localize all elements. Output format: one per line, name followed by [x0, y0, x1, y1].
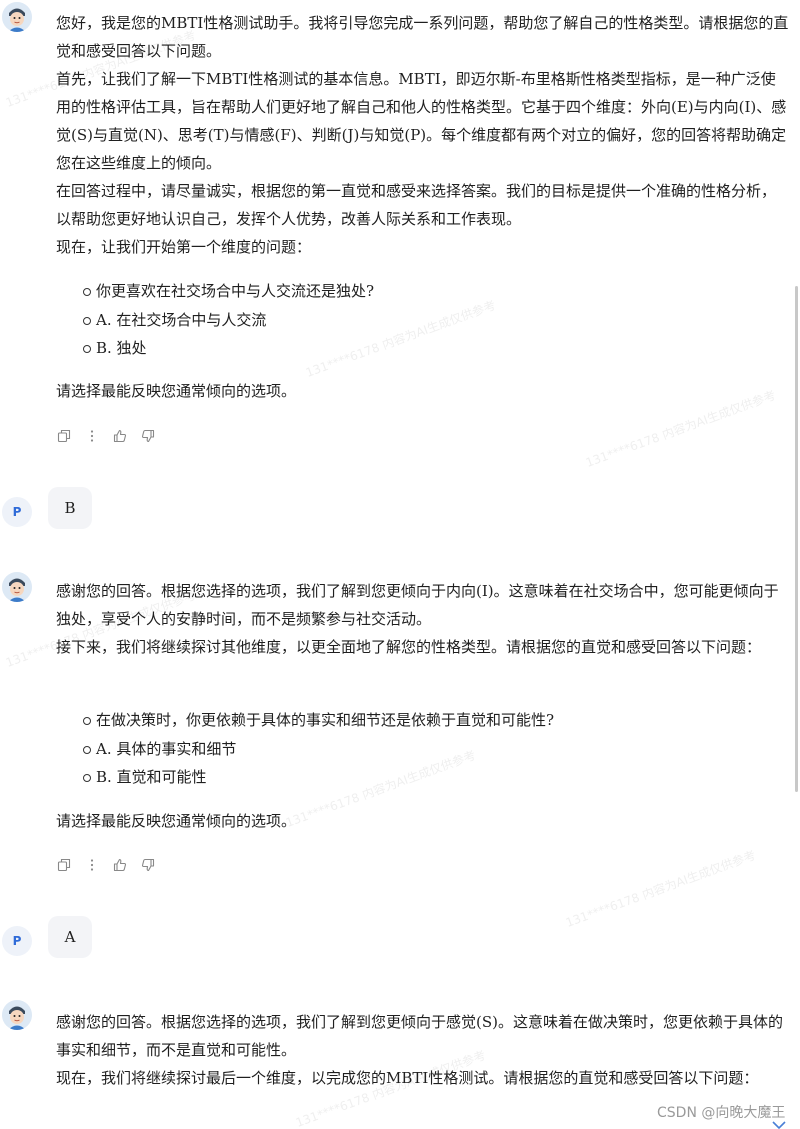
assistant-avatar — [2, 1000, 32, 1030]
thumbs-up-icon — [113, 429, 127, 443]
message-paragraph: 感谢您的回答。根据您选择的选项，我们了解到您更倾向于内向(I)。这意味着在社交场… — [56, 582, 779, 628]
bot-message-text: 您好，我是您的MBTI性格测试助手。我将引导您完成一系列问题，帮助您了解自己的性… — [56, 9, 790, 261]
message-closing: 请选择最能反映您通常倾向的选项。 — [56, 382, 297, 400]
user-message-bubble: A — [48, 916, 92, 958]
copy-button[interactable] — [50, 426, 78, 446]
thumbs-down-icon — [141, 429, 155, 443]
list-item: B. 直觉和可能性 — [56, 763, 756, 792]
message-actions — [50, 855, 162, 875]
thumbs-up-icon — [113, 858, 127, 872]
like-button[interactable] — [106, 426, 134, 446]
copy-icon — [57, 858, 71, 872]
message-paragraph: 首先，让我们了解一下MBTI性格测试的基本信息。MBTI，即迈尔斯-布里格斯性格… — [56, 70, 787, 172]
question-options-list: 在做决策时，你更依赖于具体的事实和细节还是依赖于直觉和可能性? A. 具体的事实… — [56, 706, 756, 792]
scroll-down-button[interactable] — [772, 1115, 786, 1129]
message-paragraph: 接下来，我们将继续探讨其他维度，以更全面地了解您的性格类型。请根据您的直觉和感受… — [56, 638, 762, 656]
message-paragraph: 现在，我们将继续探讨最后一个维度，以完成您的MBTI性格测试。请根据您的直觉和感… — [56, 1069, 759, 1087]
scrollbar-thumb[interactable] — [795, 286, 798, 792]
message-actions — [50, 426, 162, 446]
assistant-avatar-icon — [2, 572, 32, 602]
message-paragraph: 您好，我是您的MBTI性格测试助手。我将引导您完成一系列问题，帮助您了解自己的性… — [56, 14, 789, 60]
list-item: 在做决策时，你更依赖于具体的事实和细节还是依赖于直觉和可能性? — [56, 706, 756, 735]
like-button[interactable] — [106, 855, 134, 875]
question-options-list: 你更喜欢在社交场合中与人交流还是独处? A. 在社交场合中与人交流 B. 独处 — [56, 277, 756, 363]
message-paragraph: 在回答过程中，请尽量诚实，根据您的第一直觉和感受来选择答案。我们的目标是提供一个… — [56, 182, 777, 228]
assistant-avatar — [2, 572, 32, 602]
csdn-watermark: CSDN @向晚大魔王 — [655, 1102, 788, 1122]
bot-message-text: 感谢您的回答。根据您选择的选项，我们了解到您更倾向于感觉(S)。这意味着在做决策… — [56, 1008, 790, 1092]
assistant-avatar-icon — [2, 2, 32, 32]
dislike-button[interactable] — [134, 426, 162, 446]
list-item: B. 独处 — [56, 334, 756, 363]
list-item: A. 在社交场合中与人交流 — [56, 306, 756, 335]
copy-icon — [57, 429, 71, 443]
copy-button[interactable] — [50, 855, 78, 875]
dislike-button[interactable] — [134, 855, 162, 875]
list-item: 你更喜欢在社交场合中与人交流还是独处? — [56, 277, 756, 306]
assistant-avatar — [2, 2, 32, 32]
message-paragraph: 现在，让我们开始第一个维度的问题： — [56, 238, 312, 256]
user-message-1: P B — [0, 487, 800, 531]
more-icon — [90, 430, 94, 442]
user-avatar: P — [2, 926, 32, 956]
user-message-bubble: B — [48, 487, 92, 529]
user-message-2: P A — [0, 916, 800, 960]
message-closing: 请选择最能反映您通常倾向的选项。 — [56, 812, 297, 830]
thumbs-down-icon — [141, 858, 155, 872]
more-icon — [90, 859, 94, 871]
more-button[interactable] — [78, 855, 106, 875]
scroll-down-icon — [772, 1121, 786, 1129]
more-button[interactable] — [78, 426, 106, 446]
message-paragraph: 感谢您的回答。根据您选择的选项，我们了解到您更倾向于感觉(S)。这意味着在做决策… — [56, 1013, 783, 1059]
list-item: A. 具体的事实和细节 — [56, 735, 756, 764]
assistant-avatar-icon — [2, 1000, 32, 1030]
bot-message-text: 感谢您的回答。根据您选择的选项，我们了解到您更倾向于内向(I)。这意味着在社交场… — [56, 577, 790, 661]
user-avatar: P — [2, 497, 32, 527]
